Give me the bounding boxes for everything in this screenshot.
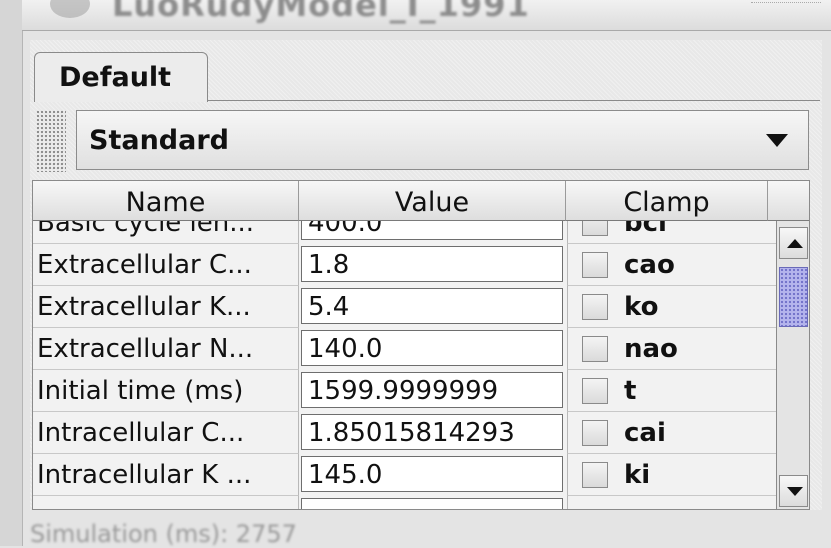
parameter-name: Basic cycle len... xyxy=(33,221,299,244)
clamp-cell: ko xyxy=(567,286,776,328)
scrollbar-thumb[interactable] xyxy=(779,267,808,327)
parameter-value-field[interactable]: 400.0 xyxy=(301,221,563,240)
vertical-scrollbar[interactable] xyxy=(776,221,809,509)
parameter-name: Initial time (ms) xyxy=(33,370,299,412)
variable-label: bcl xyxy=(624,221,667,238)
tab-default[interactable]: Default xyxy=(34,52,208,102)
table-row[interactable]: Initial time (ms) 1599.9999999 t xyxy=(33,370,776,412)
column-header-value[interactable]: Value xyxy=(299,181,566,221)
parameter-value-field[interactable]: 140.0 xyxy=(301,330,563,366)
clamp-cell: cao xyxy=(567,244,776,286)
scroll-down-button[interactable] xyxy=(779,475,808,507)
table-row[interactable]: Extracellular K... 5.4 ko xyxy=(33,286,776,328)
parameter-value-field[interactable]: 5.4 xyxy=(301,288,563,324)
parameter-value-field[interactable] xyxy=(301,498,563,509)
parameters-table: Name Value Clamp Basic cycle len... 400.… xyxy=(32,180,810,510)
table-row[interactable]: Extracellular C... 1.8 cao xyxy=(33,244,776,286)
parameter-set-selected: Standard xyxy=(89,124,229,156)
clamp-checkbox[interactable] xyxy=(582,462,608,488)
status-text: Simulation (ms): 2757 xyxy=(30,520,297,548)
chevron-down-icon[interactable] xyxy=(766,133,788,147)
variable-label: ko xyxy=(624,292,659,322)
parameter-name: Extracellular C... xyxy=(33,244,299,286)
parameter-name xyxy=(33,496,299,509)
title-bar-decoration xyxy=(751,2,821,17)
variable-label: cai xyxy=(624,418,666,448)
clamp-cell: nao xyxy=(567,328,776,370)
tab-divider xyxy=(208,100,820,101)
clamp-checkbox[interactable] xyxy=(582,336,608,362)
scroll-up-button[interactable] xyxy=(779,227,808,259)
parameter-value-field[interactable]: 145.0 xyxy=(301,456,563,492)
clamp-checkbox[interactable] xyxy=(582,294,608,320)
parameter-name: Intracellular C... xyxy=(33,412,299,454)
variable-label: ki xyxy=(624,460,651,490)
window-left-frame xyxy=(0,0,23,546)
parameter-value-field[interactable]: 1.8 xyxy=(301,246,563,282)
column-header-name[interactable]: Name xyxy=(33,181,299,221)
parameter-value-field[interactable]: 1599.9999999 xyxy=(301,372,563,408)
parameter-name: Extracellular K... xyxy=(33,286,299,328)
parameter-value-field[interactable]: 1.85015814293 xyxy=(301,414,563,450)
variable-label: cao xyxy=(624,250,675,280)
table-row-partial[interactable] xyxy=(33,496,776,509)
window-title-bar: LuoRudyModel_I_1991 xyxy=(22,0,831,31)
parameter-set-dropdown[interactable]: Standard xyxy=(76,110,809,170)
column-header-clamp[interactable]: Clamp xyxy=(566,181,768,221)
column-header-filler xyxy=(768,181,809,221)
clamp-checkbox[interactable] xyxy=(582,378,608,404)
parameter-name: Extracellular N... xyxy=(33,328,299,370)
clamp-cell: ki xyxy=(567,454,776,496)
clamp-cell: cai xyxy=(567,412,776,454)
parameter-name: Intracellular K ... xyxy=(33,454,299,496)
arrow-down-icon xyxy=(787,487,803,496)
table-row[interactable]: Intracellular K ... 145.0 ki xyxy=(33,454,776,496)
clamp-cell: bcl xyxy=(567,221,776,244)
clamp-cell: t xyxy=(567,370,776,412)
clamp-checkbox[interactable] xyxy=(582,420,608,446)
table-body: Basic cycle len... 400.0 bcl Extracellul… xyxy=(33,221,776,509)
table-row[interactable]: Intracellular C... 1.85015814293 cai xyxy=(33,412,776,454)
toolbar-grip-handle[interactable] xyxy=(36,110,66,172)
table-row[interactable]: Extracellular N... 140.0 nao xyxy=(33,328,776,370)
clamp-checkbox[interactable] xyxy=(582,252,608,278)
app-icon xyxy=(50,0,90,18)
variable-label: t xyxy=(624,376,637,406)
clamp-checkbox[interactable] xyxy=(582,221,608,236)
window-title: LuoRudyModel_I_1991 xyxy=(112,0,530,24)
arrow-up-icon xyxy=(787,239,803,248)
table-row[interactable]: Basic cycle len... 400.0 bcl xyxy=(33,221,776,244)
variable-label: nao xyxy=(624,334,678,364)
clamp-cell xyxy=(567,496,776,509)
